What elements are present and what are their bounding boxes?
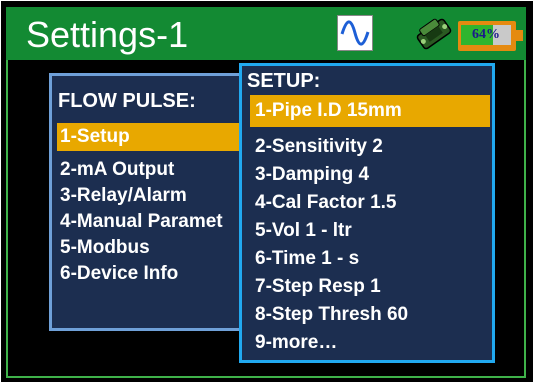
battery-indicator: 64% [458,21,524,51]
setup-item-time-unit[interactable]: 6-Time 1 - s [255,248,359,270]
menu-item-manual-parameters[interactable]: 4-Manual Paramet [60,211,223,233]
menu-item-ma-output[interactable]: 2-mA Output [60,159,174,181]
main-menu-title: FLOW PULSE: [58,90,196,112]
setup-item-pipe-id[interactable]: 1-Pipe I.D 15mm [250,95,490,127]
setup-item-more[interactable]: 9-more… [255,332,337,354]
setup-item-step-threshold[interactable]: 8-Step Thresh 60 [255,304,408,326]
setup-menu-panel: SETUP: 1-Pipe I.D 15mm 2-Sensitivity 2 3… [239,63,495,363]
menu-item-device-info[interactable]: 6-Device Info [60,263,178,285]
setup-item-step-response[interactable]: 7-Step Resp 1 [255,276,381,298]
setup-item-damping[interactable]: 3-Damping 4 [255,164,369,186]
menu-item-relay-alarm[interactable]: 3-Relay/Alarm [60,185,187,207]
page-title: Settings-1 [26,14,189,55]
battery-body: 64% [458,21,516,51]
battery-gauge: 64% [461,25,511,45]
battery-percent: 64% [472,27,500,42]
battery-terminal [516,30,523,41]
setup-menu-title: SETUP: [247,70,321,92]
device-screen: Settings-1 64% FLOW PULSE: 1-Setup 2-mA … [1,1,533,382]
menu-item-modbus[interactable]: 5-Modbus [60,237,150,259]
setup-item-volume-unit[interactable]: 5-Vol 1 - ltr [255,220,352,242]
flow-meter-icon [412,14,456,54]
sine-wave-icon [337,15,373,51]
header-bar: Settings-1 64% [6,7,526,60]
setup-item-cal-factor[interactable]: 4-Cal Factor 1.5 [255,192,397,214]
setup-item-sensitivity[interactable]: 2-Sensitivity 2 [255,136,383,158]
